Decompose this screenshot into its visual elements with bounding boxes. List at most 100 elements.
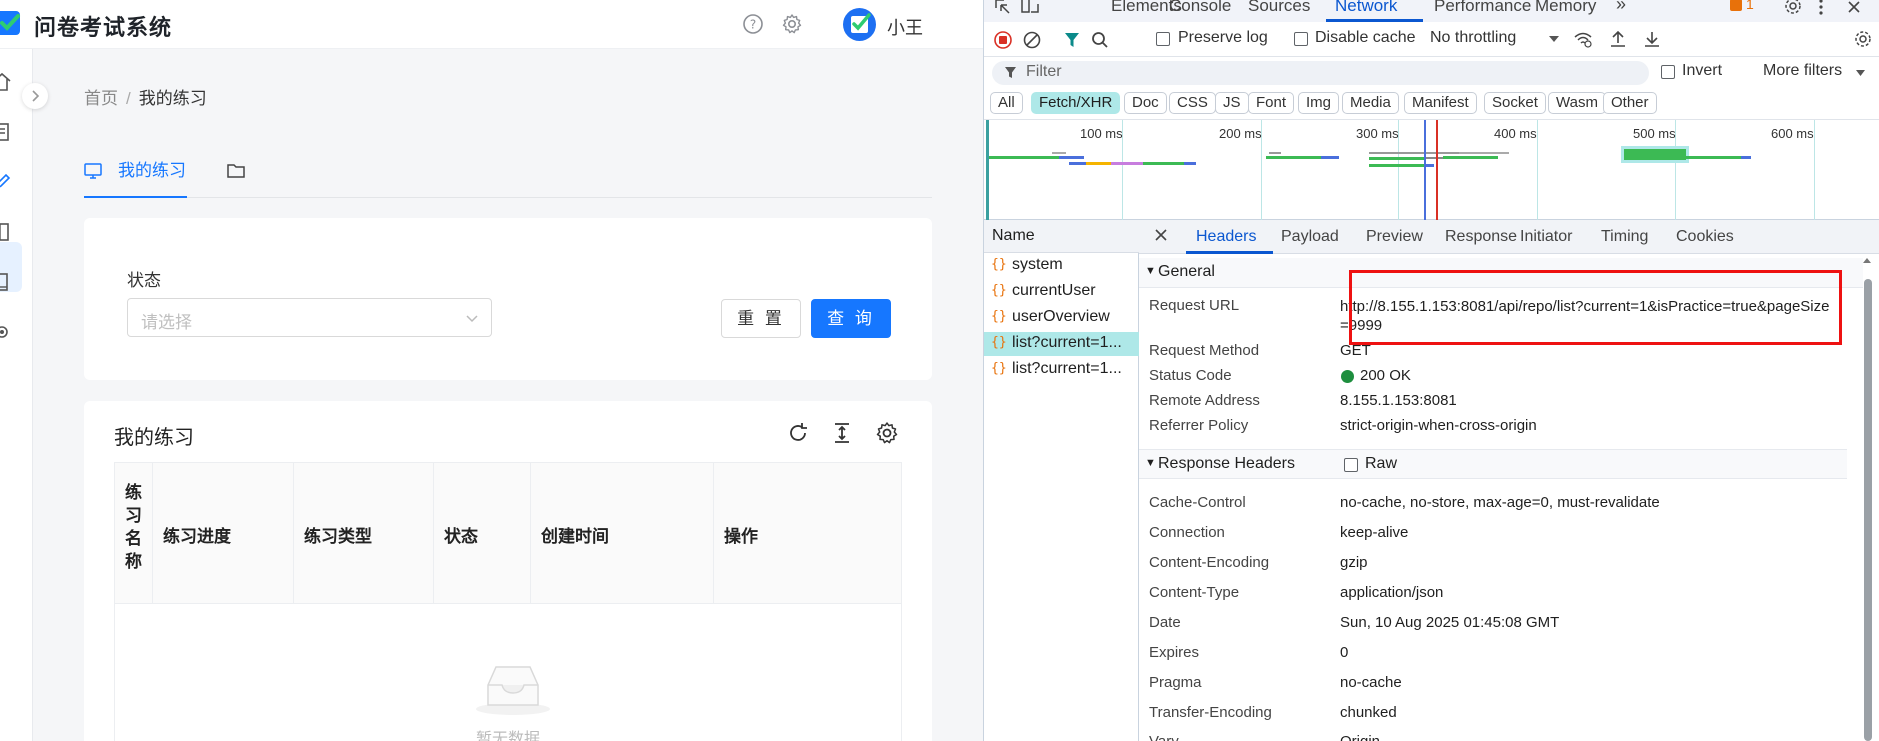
avatar[interactable] — [843, 8, 876, 41]
settings-icon[interactable] — [781, 13, 803, 35]
density-icon[interactable] — [830, 421, 854, 445]
type-filter-fetch-xhr[interactable]: Fetch/XHR — [1031, 92, 1121, 114]
xhr-icon: {} — [991, 283, 1007, 298]
column-header[interactable]: 操作 — [714, 463, 901, 604]
detail-tab-cookies[interactable]: Cookies — [1676, 228, 1734, 246]
help-icon[interactable]: ? — [742, 13, 764, 35]
request-row-selected[interactable]: {} list?current=1... — [984, 332, 1139, 356]
more-tabs-icon[interactable]: » — [1616, 0, 1626, 15]
header-value: no-cache, no-store, max-age=0, must-reva… — [1340, 494, 1660, 511]
kebab-menu-icon[interactable] — [1817, 0, 1825, 16]
type-filter-js[interactable]: JS — [1215, 92, 1249, 114]
response-headers-section-header[interactable]: ▼ Response Headers Raw — [1139, 449, 1847, 479]
record-stop-icon[interactable] — [994, 31, 1012, 49]
devtools-tab-sources[interactable]: Sources — [1248, 0, 1310, 16]
sidebar-collapse-button[interactable] — [22, 83, 48, 109]
detail-tab-timing[interactable]: Timing — [1601, 228, 1648, 246]
home-icon[interactable] — [0, 71, 12, 93]
filter-input[interactable]: Filter — [992, 61, 1649, 85]
search-icon[interactable] — [1091, 31, 1109, 49]
import-har-icon[interactable] — [1610, 30, 1626, 48]
preserve-log-checkbox[interactable] — [1156, 32, 1170, 46]
timeline-label: 500 ms — [1633, 126, 1676, 141]
detail-scrollbar[interactable] — [1862, 255, 1872, 741]
column-header[interactable]: 状态 — [434, 463, 531, 604]
request-row[interactable]: {} system — [984, 254, 1139, 278]
name-column-header[interactable]: Name — [984, 220, 1139, 253]
device-toolbar-icon[interactable] — [1020, 0, 1040, 16]
type-filter-media[interactable]: Media — [1342, 92, 1399, 114]
filter-funnel-icon[interactable] — [1063, 31, 1081, 49]
header-key: Date — [1149, 614, 1181, 631]
column-header[interactable]: 练习进度 — [153, 463, 294, 604]
scroll-up-icon[interactable] — [1862, 255, 1872, 265]
refresh-icon[interactable] — [786, 421, 810, 445]
column-header[interactable]: 创建时间 — [531, 463, 714, 604]
request-row[interactable]: {} list?current=1... — [984, 358, 1139, 382]
type-filter-css[interactable]: CSS — [1169, 92, 1216, 114]
close-icon[interactable] — [1152, 226, 1170, 244]
detail-tab-initiator[interactable]: Initiator — [1520, 228, 1572, 246]
raw-label: Raw — [1365, 455, 1398, 472]
scroll-thumb[interactable] — [1864, 279, 1872, 741]
query-button[interactable]: 查 询 — [811, 299, 891, 338]
breadcrumb: 首页 / 我的练习 — [84, 84, 207, 109]
document-icon[interactable] — [0, 121, 12, 143]
network-conditions-icon[interactable] — [1573, 30, 1593, 48]
tab-label: 我的练习 — [118, 161, 186, 180]
header-value: gzip — [1340, 554, 1368, 571]
type-filter-font[interactable]: Font — [1248, 92, 1295, 114]
filter-placeholder: Filter — [1026, 63, 1062, 80]
detail-tab-headers[interactable]: Headers — [1196, 228, 1256, 246]
type-filter-socket[interactable]: Socket — [1484, 92, 1546, 114]
devtools-tab-performance[interactable]: Performance — [1434, 0, 1531, 16]
devtools-tab-console[interactable]: Console — [1169, 0, 1231, 16]
status-select[interactable]: 请选择 — [127, 298, 492, 337]
devtools-tab-memory[interactable]: Memory — [1535, 0, 1596, 16]
list-icon[interactable] — [0, 221, 12, 243]
request-row[interactable]: {} currentUser — [984, 280, 1139, 304]
devtools-settings-icon[interactable] — [1784, 0, 1802, 15]
book-icon[interactable] — [0, 271, 12, 293]
column-settings-icon[interactable] — [875, 421, 899, 445]
header-value: keep-alive — [1340, 524, 1409, 541]
type-filter-all[interactable]: All — [990, 92, 1023, 114]
type-filter-manifest[interactable]: Manifest — [1404, 92, 1477, 114]
devtools-tab-network[interactable]: Network — [1335, 0, 1397, 16]
network-settings-icon[interactable] — [1854, 30, 1872, 48]
more-filters-dropdown[interactable]: More filters — [1763, 62, 1842, 80]
detail-tab-payload[interactable]: Payload — [1281, 228, 1339, 246]
type-filter-wasm[interactable]: Wasm — [1548, 92, 1606, 114]
network-overview-timeline[interactable]: 100 ms 200 ms 300 ms 400 ms 500 ms 600 m… — [984, 119, 1879, 221]
export-har-icon[interactable] — [1644, 30, 1660, 48]
inspect-element-icon[interactable] — [994, 0, 1012, 16]
issues-count[interactable]: 1 — [1746, 0, 1754, 12]
request-row[interactable]: {} userOverview — [984, 306, 1139, 330]
column-header[interactable]: 练习名称 — [115, 463, 153, 604]
type-filter-img[interactable]: Img — [1298, 92, 1340, 114]
header-key: Cache-Control — [1149, 494, 1246, 511]
chevron-down-icon — [1549, 36, 1559, 42]
tab-my-practice[interactable]: 我的练习 — [84, 150, 187, 198]
user-name[interactable]: 小王 — [887, 14, 923, 40]
type-filter-other[interactable]: Other — [1603, 92, 1657, 114]
close-devtools-icon[interactable] — [1846, 0, 1862, 15]
clear-icon[interactable] — [1023, 31, 1041, 49]
column-header[interactable]: 练习类型 — [294, 463, 434, 604]
gear-icon[interactable] — [0, 321, 12, 343]
raw-checkbox[interactable] — [1344, 458, 1358, 472]
detail-tab-preview[interactable]: Preview — [1366, 228, 1423, 246]
issues-warning-icon[interactable] — [1729, 0, 1743, 12]
list-card: 我的练习 练习名称 练习进度 练习类型 状态 创建时间 操作 暂无数据 — [84, 401, 932, 741]
detail-tab-response[interactable]: Response — [1445, 228, 1517, 246]
disable-cache-checkbox[interactable] — [1294, 32, 1308, 46]
edit-icon[interactable] — [0, 171, 12, 193]
invert-checkbox[interactable] — [1661, 65, 1675, 79]
breadcrumb-home[interactable]: 首页 — [84, 89, 118, 108]
filter-card: 状态 请选择 重 置 查 询 — [84, 218, 932, 380]
reset-button[interactable]: 重 置 — [721, 299, 801, 338]
type-filter-doc[interactable]: Doc — [1124, 92, 1167, 114]
throttling-select[interactable]: No throttling — [1430, 29, 1516, 47]
xhr-icon: {} — [991, 361, 1007, 376]
folder-icon[interactable] — [226, 162, 246, 180]
